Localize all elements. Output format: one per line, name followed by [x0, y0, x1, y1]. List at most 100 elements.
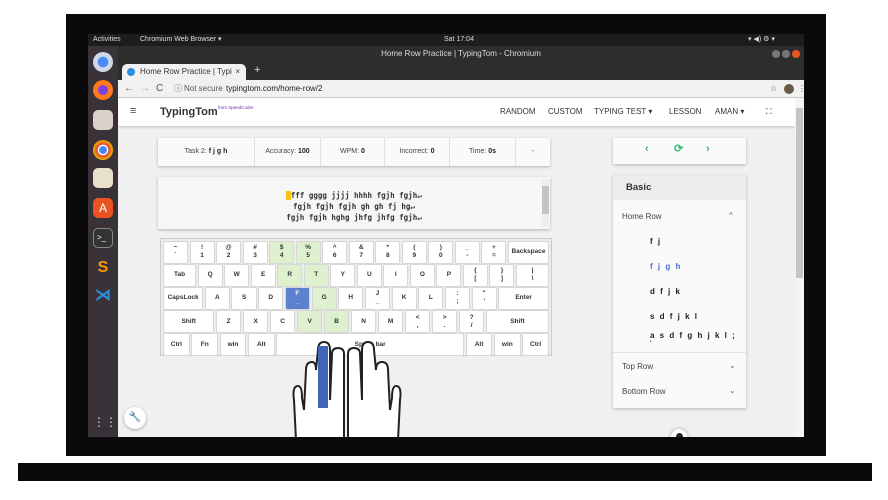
nav-user-menu[interactable]: AMAN ▾: [715, 98, 744, 126]
key-s[interactable]: S: [231, 287, 257, 310]
key-g[interactable]: G: [311, 287, 337, 310]
minimize-icon[interactable]: [772, 50, 780, 58]
key-[interactable]: ? /: [458, 310, 485, 333]
page-scrollbar[interactable]: [795, 98, 804, 437]
nav-random[interactable]: RANDOM: [500, 98, 536, 126]
lesson-item[interactable]: d f j k: [650, 287, 681, 296]
settings-wrench-button[interactable]: 🔧: [124, 407, 146, 429]
fullscreen-icon[interactable]: ⛶: [766, 98, 772, 126]
next-lesson-icon[interactable]: ›: [706, 143, 710, 155]
chromium-icon[interactable]: [93, 52, 113, 72]
key-[interactable]: :;: [444, 287, 471, 310]
key-q[interactable]: Q: [197, 264, 223, 287]
key-[interactable]: _ -: [454, 241, 480, 264]
maximize-icon[interactable]: [782, 50, 790, 58]
key-capslock[interactable]: CapsLock: [163, 287, 204, 310]
key-i[interactable]: I: [383, 264, 409, 287]
section-home-row[interactable]: Home Row: [622, 212, 662, 221]
key-shift[interactable]: Shift: [163, 310, 215, 333]
app-icon[interactable]: [93, 168, 113, 188]
key-[interactable]: | \: [515, 264, 550, 287]
prev-lesson-icon[interactable]: ‹: [645, 143, 649, 155]
key-ctrl[interactable]: Ctrl: [522, 333, 550, 356]
bookmark-star-icon[interactable]: ☆: [770, 80, 777, 98]
key-[interactable]: * 8: [375, 241, 401, 264]
key-c[interactable]: C: [269, 310, 296, 333]
key-[interactable]: >.: [431, 310, 458, 333]
files-icon[interactable]: [93, 110, 113, 130]
section-bottom-row[interactable]: Bottom Row: [622, 387, 666, 396]
key-b[interactable]: B: [323, 310, 350, 333]
terminal-icon[interactable]: >_: [93, 228, 113, 248]
back-icon[interactable]: ←: [124, 80, 134, 98]
key-[interactable]: ^ 6: [322, 241, 348, 264]
firefox-icon[interactable]: [93, 80, 113, 100]
key-w[interactable]: W: [224, 264, 250, 287]
key-[interactable]: $4: [269, 241, 295, 264]
chevron-down-icon[interactable]: ⌄: [729, 386, 736, 395]
key-l[interactable]: L: [418, 287, 444, 310]
key-[interactable]: #3: [242, 241, 268, 264]
show-apps-icon[interactable]: ⋮⋮⋮: [93, 412, 129, 432]
scrollbar-thumb[interactable]: [796, 108, 803, 278]
nav-typing-test[interactable]: TYPING TEST ▾: [594, 98, 652, 126]
key-n[interactable]: N: [350, 310, 377, 333]
key-v[interactable]: V: [296, 310, 323, 333]
key-x[interactable]: X: [242, 310, 269, 333]
key-fn[interactable]: Fn: [191, 333, 219, 356]
key-win[interactable]: win: [219, 333, 247, 356]
app-menu[interactable]: Chromium Web Browser ▾: [140, 34, 222, 46]
nav-custom[interactable]: CUSTOM: [548, 98, 583, 126]
section-top-row[interactable]: Top Row: [622, 362, 653, 371]
key-[interactable]: " ': [471, 287, 497, 310]
help-button[interactable]: [671, 429, 687, 437]
key-enter[interactable]: Enter: [498, 287, 549, 310]
tab-home-row-practice[interactable]: Home Row Practice | Typi ×: [122, 64, 246, 80]
key-m[interactable]: M: [377, 310, 404, 333]
software-center-icon[interactable]: A: [93, 198, 113, 218]
close-window-icon[interactable]: [792, 50, 800, 58]
key-alt[interactable]: Alt: [465, 333, 493, 356]
key-[interactable]: ~ `: [163, 241, 189, 264]
lesson-item[interactable]: s d f j k l: [650, 312, 699, 321]
key-a[interactable]: A: [204, 287, 230, 310]
key-[interactable]: @2: [216, 241, 242, 264]
clock[interactable]: Sat 17:04: [444, 34, 474, 46]
menu-icon[interactable]: ⋮: [798, 80, 804, 98]
key-u[interactable]: U: [356, 264, 382, 287]
brand-logo[interactable]: TypingTom: [160, 106, 218, 118]
key-[interactable]: + =: [481, 241, 507, 264]
chevron-down-icon[interactable]: ⌄: [729, 361, 736, 370]
key-[interactable]: (9: [401, 241, 427, 264]
key-h[interactable]: H: [338, 287, 364, 310]
system-tray[interactable]: ▾ ◀) ⚙ ▾: [748, 34, 775, 46]
key-alt[interactable]: Alt: [247, 333, 275, 356]
key-[interactable]: ! 1: [189, 241, 215, 264]
key-tab[interactable]: Tab: [163, 264, 197, 287]
lesson-item[interactable]: f j: [650, 237, 662, 246]
new-tab-button[interactable]: +: [254, 64, 260, 76]
key-t[interactable]: T: [303, 264, 329, 287]
key-o[interactable]: O: [409, 264, 435, 287]
reload-icon[interactable]: C: [156, 80, 163, 98]
text-scrollbar[interactable]: [542, 179, 549, 227]
key-d[interactable]: D: [258, 287, 284, 310]
key-p[interactable]: P: [436, 264, 462, 287]
profile-avatar[interactable]: [784, 84, 794, 94]
restart-icon[interactable]: ⟳: [674, 142, 683, 155]
hamburger-icon[interactable]: ≡: [130, 105, 136, 117]
nav-lesson[interactable]: LESSON: [669, 98, 701, 126]
key-win[interactable]: win: [493, 333, 521, 356]
activities-button[interactable]: Activities: [93, 34, 121, 46]
key-j[interactable]: J _: [364, 287, 391, 310]
key-k[interactable]: K: [391, 287, 417, 310]
sublime-icon[interactable]: S: [93, 258, 113, 278]
stats-more-button[interactable]: -: [516, 138, 550, 166]
key-[interactable]: ) 0: [428, 241, 454, 264]
key-e[interactable]: E: [250, 264, 276, 287]
key-z[interactable]: Z: [215, 310, 242, 333]
key-ctrl[interactable]: Ctrl: [163, 333, 190, 356]
key-shift[interactable]: Shift: [485, 310, 549, 333]
key-r[interactable]: R: [277, 264, 303, 287]
key-y[interactable]: Y: [330, 264, 356, 287]
